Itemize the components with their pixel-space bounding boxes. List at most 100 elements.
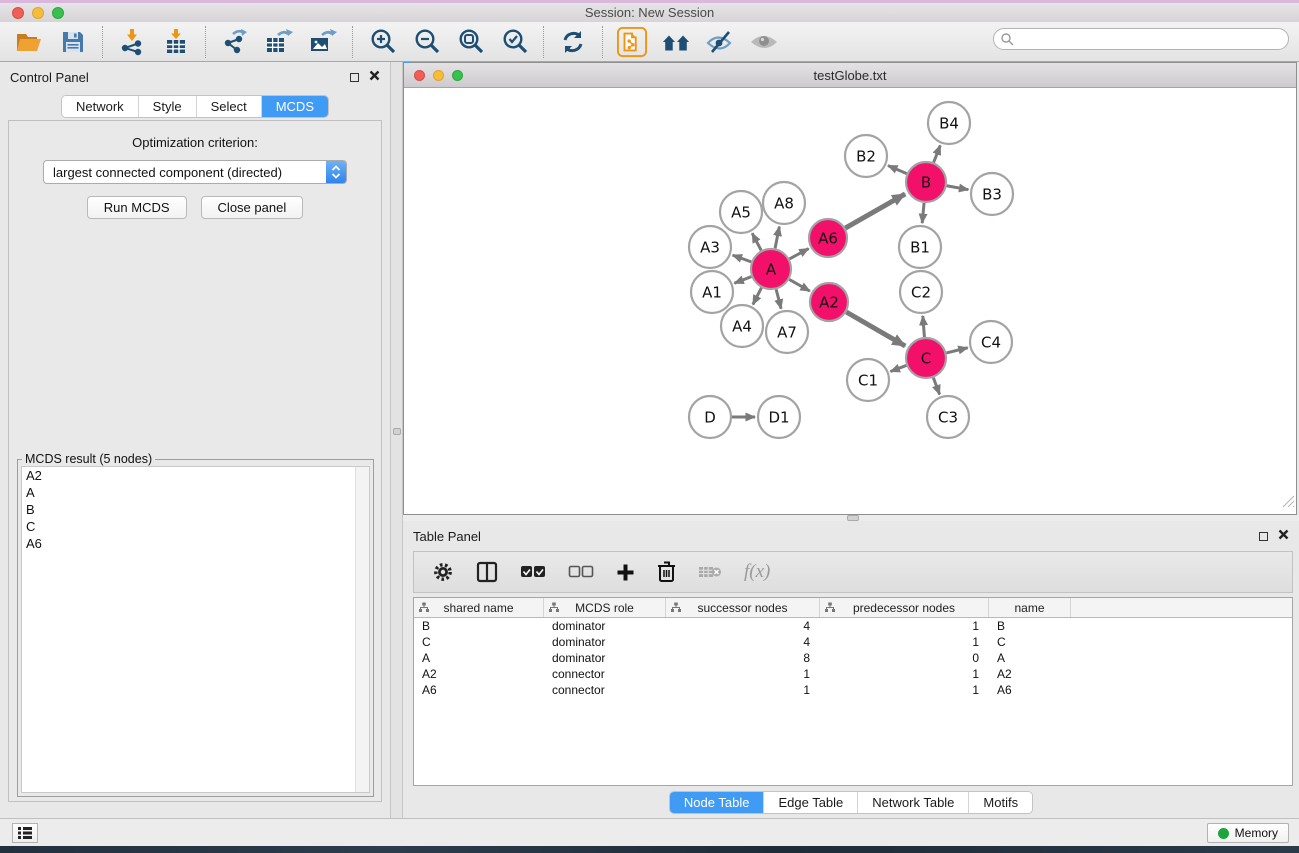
mcds-result-item[interactable]: A2 xyxy=(22,467,369,484)
graph-edge-A6-B[interactable] xyxy=(845,194,905,228)
table-cell[interactable]: 1 xyxy=(820,682,989,698)
zoom-in-icon[interactable] xyxy=(367,27,397,57)
graph-edge-C-C1[interactable] xyxy=(890,365,906,371)
node-table[interactable]: shared nameMCDS rolesuccessor nodesprede… xyxy=(413,597,1293,786)
show-all-icon[interactable] xyxy=(749,27,779,57)
network-window-titlebar[interactable]: testGlobe.txt xyxy=(404,63,1296,88)
task-history-button[interactable] xyxy=(12,823,38,843)
tab-style[interactable]: Style xyxy=(138,96,196,117)
graph-node-A2[interactable]: A2 xyxy=(810,283,848,321)
table-cell[interactable]: C xyxy=(989,634,1071,650)
first-neighbors-icon[interactable] xyxy=(661,27,691,57)
table-row[interactable]: Bdominator41B xyxy=(414,618,1292,634)
tab-mcds[interactable]: MCDS xyxy=(261,96,328,117)
float-table-panel-icon[interactable] xyxy=(1259,532,1268,541)
graph-node-B2[interactable]: B2 xyxy=(845,135,887,177)
float-panel-icon[interactable] xyxy=(350,73,359,82)
graph-node-C4[interactable]: C4 xyxy=(970,321,1012,363)
graph-node-A5[interactable]: A5 xyxy=(720,191,762,233)
graph-edge-B-B3[interactable] xyxy=(947,186,969,190)
graph-node-A3[interactable]: A3 xyxy=(689,226,731,268)
table-cell[interactable]: 1 xyxy=(666,682,820,698)
table-row[interactable]: A6connector11A6 xyxy=(414,682,1292,698)
table-cell[interactable]: 4 xyxy=(666,618,820,634)
save-session-icon[interactable] xyxy=(58,27,88,57)
tab-select[interactable]: Select xyxy=(196,96,261,117)
mcds-result-scrollbar[interactable] xyxy=(355,467,369,792)
graph-edge-A-A7[interactable] xyxy=(776,289,781,308)
graph-node-A[interactable]: A xyxy=(751,249,791,289)
graph-edge-A-A5[interactable] xyxy=(752,233,761,250)
column-header-shared-name[interactable]: shared name xyxy=(414,598,544,617)
graph-edge-A-A3[interactable] xyxy=(733,255,752,262)
mcds-result-item[interactable]: A xyxy=(22,484,369,501)
graph-edge-A-A6[interactable] xyxy=(789,249,808,259)
graph-node-A7[interactable]: A7 xyxy=(766,311,808,353)
graph-node-A6[interactable]: A6 xyxy=(809,219,847,257)
vertical-split-divider[interactable] xyxy=(390,62,403,818)
tab-network[interactable]: Network xyxy=(62,96,138,117)
table-cell[interactable]: B xyxy=(414,618,544,634)
zoom-out-icon[interactable] xyxy=(411,27,441,57)
network-canvas[interactable]: B4B2BB3A5A8A6B1A3AC2A1A2A4A7C4CC1C3DD1 xyxy=(404,88,1296,514)
table-row[interactable]: Cdominator41C xyxy=(414,634,1292,650)
graph-edge-A-A2[interactable] xyxy=(789,279,810,291)
graph-edge-B-B4[interactable] xyxy=(934,145,941,162)
table-cell[interactable]: connector xyxy=(544,682,666,698)
table-cell[interactable]: A6 xyxy=(414,682,544,698)
table-tab-edge-table[interactable]: Edge Table xyxy=(763,792,857,813)
mcds-result-list[interactable]: A2ABCA6 xyxy=(21,466,370,793)
column-header-MCDS-role[interactable]: MCDS role xyxy=(544,598,666,617)
graph-edge-C-C3[interactable] xyxy=(933,378,939,395)
graph-edge-C-C2[interactable] xyxy=(923,316,925,337)
table-cell[interactable]: 1 xyxy=(666,666,820,682)
graph-edge-A-A4[interactable] xyxy=(753,288,762,305)
search-input[interactable] xyxy=(993,28,1289,50)
table-cell[interactable]: B xyxy=(989,618,1071,634)
close-panel-button[interactable]: Close panel xyxy=(201,196,304,219)
add-column-icon[interactable] xyxy=(616,563,635,582)
import-network-icon[interactable] xyxy=(117,27,147,57)
graph-node-A1[interactable]: A1 xyxy=(691,271,733,313)
graph-edge-A2-C[interactable] xyxy=(846,312,905,346)
table-cell[interactable]: 1 xyxy=(820,666,989,682)
graph-node-A4[interactable]: A4 xyxy=(721,305,763,347)
table-row[interactable]: Adominator80A xyxy=(414,650,1292,666)
zoom-selected-icon[interactable] xyxy=(499,27,529,57)
delete-column-icon[interactable] xyxy=(657,561,676,583)
table-cell[interactable]: dominator xyxy=(544,634,666,650)
window-resize-grip[interactable] xyxy=(1282,495,1295,513)
export-table-icon[interactable] xyxy=(264,27,294,57)
table-options-gear-icon[interactable] xyxy=(432,561,454,583)
mcds-result-item[interactable]: A6 xyxy=(22,535,369,552)
column-header-predecessor-nodes[interactable]: predecessor nodes xyxy=(820,598,989,617)
table-cell[interactable]: A xyxy=(989,650,1071,666)
graph-node-B4[interactable]: B4 xyxy=(928,102,970,144)
table-tab-node-table[interactable]: Node Table xyxy=(670,792,764,813)
memory-button[interactable]: Memory xyxy=(1207,823,1289,843)
graph-node-B[interactable]: B xyxy=(906,162,946,202)
zoom-fit-icon[interactable] xyxy=(455,27,485,57)
export-image-icon[interactable] xyxy=(308,27,338,57)
vertical-split-handle[interactable] xyxy=(393,428,401,435)
graph-node-D1[interactable]: D1 xyxy=(758,396,800,438)
close-table-panel-icon[interactable] xyxy=(1278,527,1289,545)
graph-node-B3[interactable]: B3 xyxy=(971,173,1013,215)
table-cell[interactable]: 8 xyxy=(666,650,820,666)
graph-edge-A-A1[interactable] xyxy=(734,277,751,284)
graph-node-C2[interactable]: C2 xyxy=(900,271,942,313)
criterion-dropdown[interactable]: largest connected component (directed) xyxy=(43,160,347,184)
run-mcds-button[interactable]: Run MCDS xyxy=(87,196,187,219)
select-all-checkboxes-icon[interactable] xyxy=(520,565,546,579)
deselect-all-checkboxes-icon[interactable] xyxy=(568,565,594,579)
refresh-network-icon[interactable] xyxy=(558,27,588,57)
column-header-name[interactable]: name xyxy=(989,598,1071,617)
open-file-icon[interactable] xyxy=(14,27,44,57)
graph-edge-B-B2[interactable] xyxy=(888,166,907,174)
table-cell[interactable]: 1 xyxy=(820,618,989,634)
table-cell[interactable]: A2 xyxy=(989,666,1071,682)
graph-node-A8[interactable]: A8 xyxy=(763,182,805,224)
graph-node-C[interactable]: C xyxy=(906,338,946,378)
graph-node-B1[interactable]: B1 xyxy=(899,226,941,268)
graph-node-C3[interactable]: C3 xyxy=(927,396,969,438)
